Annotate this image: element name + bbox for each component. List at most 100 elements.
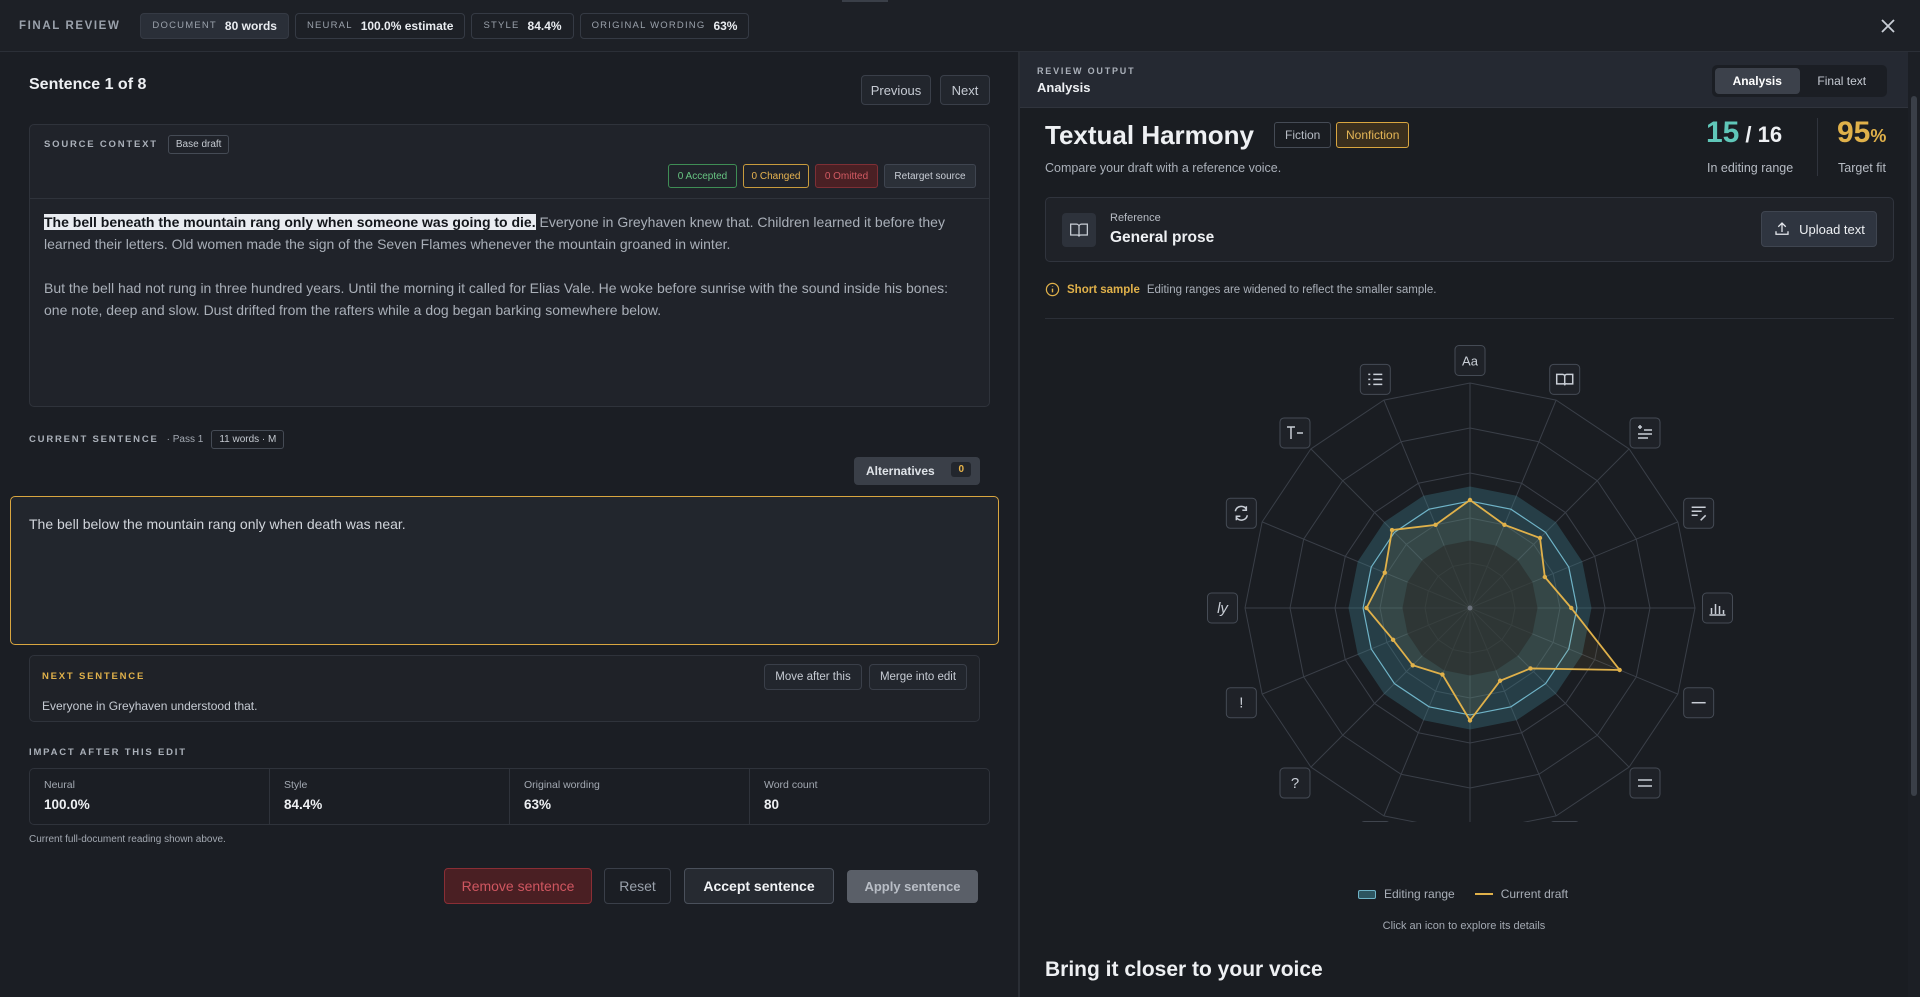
short-sample-notice: Short sample Editing ranges are widened … — [1045, 282, 1436, 297]
sparkle-list-icon[interactable] — [1629, 417, 1661, 449]
impact-value: 80 — [764, 797, 780, 812]
editing-range-score: 15 / 16 — [1706, 116, 1782, 150]
document-pill[interactable]: DOCUMENT 80 words — [140, 12, 289, 39]
upload-text-button[interactable]: Upload text — [1761, 211, 1877, 247]
accept-sentence-button[interactable]: Accept sentence — [684, 868, 834, 904]
radar-center — [1467, 605, 1473, 611]
pill-value: 80 words — [224, 18, 277, 33]
right-scrollbar[interactable] — [1908, 52, 1920, 997]
source-context-panel: SOURCE CONTEXT Base draft 0 Accepted 0 C… — [29, 124, 990, 407]
pill-label: DOCUMENT — [152, 20, 217, 31]
sentence-editor[interactable]: The bell below the mountain rang only wh… — [10, 496, 999, 645]
impact-key: Original wording — [524, 779, 600, 791]
legend-editing-range: Editing range — [1358, 887, 1455, 901]
reset-button[interactable]: Reset — [604, 868, 671, 904]
next-sentence-text: Everyone in Greyhaven understood that. — [42, 699, 258, 713]
axis-icon-box — [1629, 767, 1661, 799]
draft-point — [1440, 672, 1445, 677]
fit-label: Target fit — [1838, 161, 1886, 175]
info-icon — [1045, 282, 1060, 297]
previous-button[interactable]: Previous — [861, 75, 931, 105]
edit-note-icon[interactable] — [1683, 497, 1715, 529]
impact-value: 84.4% — [284, 797, 323, 812]
score-divider — [1817, 118, 1818, 176]
typeface-icon[interactable]: Aa — [1454, 345, 1486, 376]
draft-point — [1389, 527, 1395, 533]
fit-unit: % — [1870, 126, 1887, 146]
exclamation-icon[interactable]: ! — [1225, 687, 1257, 719]
adverb-icon[interactable]: ly — [1207, 592, 1238, 624]
text-minus-icon[interactable] — [1279, 417, 1311, 449]
nonfiction-tag[interactable]: Nonfiction — [1336, 122, 1410, 148]
impact-caption: IMPACT AFTER THIS EDIT — [29, 747, 187, 758]
apply-sentence-button[interactable]: Apply sentence — [847, 870, 978, 903]
tab-analysis[interactable]: Analysis — [1715, 68, 1800, 94]
view-toggle: Analysis Final text — [1712, 65, 1887, 97]
impact-panel: Neural 100.0% Style 84.4% Original wording… — [29, 768, 990, 825]
draft-swatch — [1474, 893, 1493, 895]
target-fit-score: 95 % — [1837, 116, 1886, 150]
dash-icon[interactable] — [1683, 687, 1715, 719]
pill-value: 63% — [713, 18, 738, 33]
changed-chip[interactable]: 0 Changed — [743, 164, 809, 188]
scrollbar-thumb[interactable] — [1911, 96, 1917, 796]
draft-point — [1542, 574, 1548, 580]
highlighted-source-sentence: The bell beneath the mountain rang only … — [44, 214, 536, 230]
remove-sentence-button[interactable]: Remove sentence — [444, 868, 592, 904]
alternatives-label: Alternatives — [866, 464, 935, 478]
omitted-chip[interactable]: 0 Omitted — [815, 164, 878, 188]
voice-heading: Bring it closer to your voice — [1045, 958, 1323, 981]
source-paragraph-2: But the bell had not rung in three hundr… — [44, 280, 949, 318]
neural-pill[interactable]: NEURAL 100.0% estimate — [294, 12, 466, 39]
legend-range-label: Editing range — [1384, 887, 1455, 901]
move-after-button[interactable]: Move after this — [764, 664, 862, 690]
retarget-source-button[interactable]: Retarget source — [884, 164, 976, 188]
question-mark-icon[interactable]: ? — [1279, 767, 1311, 799]
next-button[interactable]: Next — [940, 75, 990, 105]
upload-label: Upload text — [1799, 221, 1865, 237]
double-line-icon[interactable] — [1629, 767, 1661, 799]
alternatives-button[interactable]: Alternatives 0 — [854, 457, 980, 485]
axis-icon-glyph: ! — [1239, 695, 1243, 712]
refresh-icon[interactable] — [1225, 497, 1257, 529]
impact-value: 63% — [524, 797, 552, 812]
impact-key: Word count — [764, 779, 818, 791]
book-icon — [1062, 213, 1096, 247]
draft-point — [1569, 605, 1574, 611]
radar-hint: Click an icon to explore its details — [1382, 920, 1546, 932]
draft-point — [1467, 497, 1473, 503]
source-context-caption: SOURCE CONTEXT — [44, 139, 158, 150]
draft-point — [1390, 637, 1396, 643]
list-icon[interactable] — [1359, 363, 1391, 395]
sentence-counter: Sentence 1 of 8 — [29, 76, 147, 93]
reference-value[interactable]: General prose — [1110, 229, 1214, 247]
section-divider — [1045, 318, 1894, 319]
tab-final-text[interactable]: Final text — [1800, 68, 1885, 94]
draft-point — [1364, 605, 1369, 611]
book-open-icon[interactable] — [1549, 363, 1581, 395]
impact-neural: Neural 100.0% — [30, 769, 270, 824]
fiction-tag[interactable]: Fiction — [1274, 122, 1332, 148]
merge-into-edit-button[interactable]: Merge into edit — [869, 664, 967, 690]
bar-chart-icon[interactable] — [1702, 592, 1733, 624]
accepted-chip[interactable]: 0 Accepted — [668, 164, 737, 188]
range-swatch — [1358, 889, 1376, 899]
style-pill[interactable]: STYLE 84.4% — [471, 12, 574, 39]
impact-original-wording: Original wording 63% — [510, 769, 750, 824]
review-output-pane: REVIEW OUTPUT Analysis Analysis Final te… — [1020, 52, 1908, 997]
original-wording-pill[interactable]: ORIGINAL WORDING 63% — [579, 12, 750, 39]
pill-label: ORIGINAL WORDING — [591, 20, 706, 31]
legend-draft-label: Current draft — [1500, 887, 1569, 901]
draft-point — [1433, 522, 1438, 528]
range-total: / 16 — [1745, 122, 1783, 147]
pill-label: NEURAL — [306, 20, 353, 31]
harmony-subtitle: Compare your draft with a reference voic… — [1045, 161, 1282, 175]
axis-icon-box — [1683, 497, 1715, 529]
current-sentence-header: CURRENT SENTENCE · Pass 1 11 words · M — [29, 430, 285, 449]
close-icon[interactable] — [1876, 14, 1900, 38]
current-sentence-caption: CURRENT SENTENCE — [29, 434, 159, 445]
pill-label: STYLE — [483, 20, 520, 31]
axis-icon-glyph: Aa — [1462, 354, 1479, 369]
axis-icon-box — [1225, 497, 1257, 529]
textual-harmony-heading: Textual Harmony — [1045, 120, 1255, 150]
